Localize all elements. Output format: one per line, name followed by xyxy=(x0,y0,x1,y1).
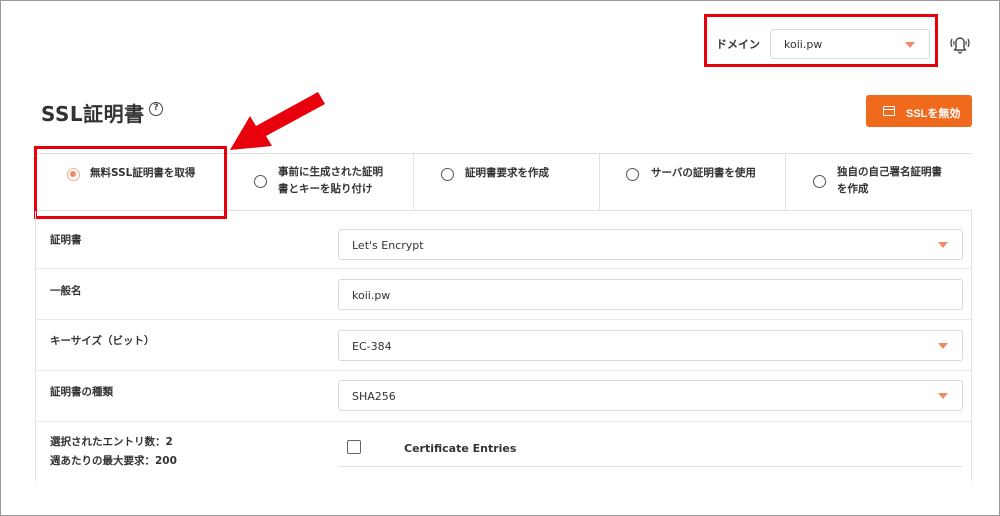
tab-self-signed-label-1: 独自の自己署名証明書 xyxy=(837,166,942,178)
cert-type-value: SHA256 xyxy=(352,390,396,403)
tab-server-cert[interactable]: サーバの証明書を使用 xyxy=(599,154,785,211)
certificate-select[interactable]: Let's Encrypt xyxy=(338,229,963,260)
chevron-down-icon xyxy=(938,343,948,349)
tab-server-cert-label: サーバの証明書を使用 xyxy=(651,167,756,179)
key-size-select[interactable]: EC-384 xyxy=(338,330,963,361)
common-name-input[interactable]: koii.pw xyxy=(338,279,963,310)
cert-type-select[interactable]: SHA256 xyxy=(338,380,963,411)
tab-self-signed-label-2: を作成 xyxy=(837,183,869,195)
form-row-key-size: キーサイズ（ビット） EC-384 xyxy=(36,320,971,371)
certificate-select-value: Let's Encrypt xyxy=(352,239,424,252)
form-row-common-name: 一般名 koii.pw xyxy=(36,269,971,320)
chevron-down-icon xyxy=(938,242,948,248)
key-size-label: キーサイズ（ビット） xyxy=(50,335,155,347)
cert-type-label: 証明書の種類 xyxy=(50,386,113,398)
radio-paste-cert[interactable] xyxy=(254,175,267,188)
annotation-arrow-icon xyxy=(230,92,325,150)
radio-server-cert[interactable] xyxy=(626,168,639,181)
form-row-certificate: 証明書 Let's Encrypt xyxy=(36,218,971,269)
select-all-entries-checkbox[interactable] xyxy=(347,440,361,454)
certificate-entries-title: Certificate Entries xyxy=(404,442,517,455)
common-name-value: koii.pw xyxy=(352,289,391,302)
page-title: SSL証明書 xyxy=(41,102,145,126)
certificate-label: 証明書 xyxy=(50,234,82,246)
tab-paste-cert-label-2: 書とキーを貼り付け xyxy=(278,183,373,195)
weekly-max-requests: 週あたりの最大要求：200 xyxy=(50,455,177,467)
question-circle-icon[interactable]: ? xyxy=(149,102,163,116)
bell-ringing-icon[interactable] xyxy=(948,33,972,55)
key-size-value: EC-384 xyxy=(352,340,392,353)
tab-self-signed[interactable]: 独自の自己署名証明書 を作成 xyxy=(785,154,972,211)
tab-paste-cert[interactable]: 事前に生成された証明 書とキーを貼り付け xyxy=(226,154,413,211)
annotation-highlight-domain xyxy=(704,14,938,67)
disable-ssl-label: SSLを無効 xyxy=(906,108,961,120)
divider xyxy=(338,466,963,467)
common-name-label: 一般名 xyxy=(50,285,82,297)
tab-paste-cert-label-1: 事前に生成された証明 xyxy=(278,166,383,178)
annotation-highlight-tab xyxy=(34,146,227,219)
radio-self-signed[interactable] xyxy=(813,175,826,188)
tab-create-csr-label: 証明書要求を作成 xyxy=(465,167,549,179)
code-window-icon xyxy=(883,106,895,116)
entries-info: 選択されたエントリ数：2 週あたりの最大要求：200 xyxy=(50,433,177,471)
form-row-cert-type: 証明書の種類 SHA256 xyxy=(36,371,971,422)
disable-ssl-button[interactable]: SSLを無効 xyxy=(866,95,972,127)
tab-create-csr[interactable]: 証明書要求を作成 xyxy=(413,154,599,211)
ssl-form: 証明書 Let's Encrypt 一般名 koii.pw キーサイズ（ビット）… xyxy=(35,211,972,481)
selected-entries-count: 選択されたエントリ数：2 xyxy=(50,436,173,448)
chevron-down-icon xyxy=(938,393,948,399)
radio-create-csr[interactable] xyxy=(441,168,454,181)
